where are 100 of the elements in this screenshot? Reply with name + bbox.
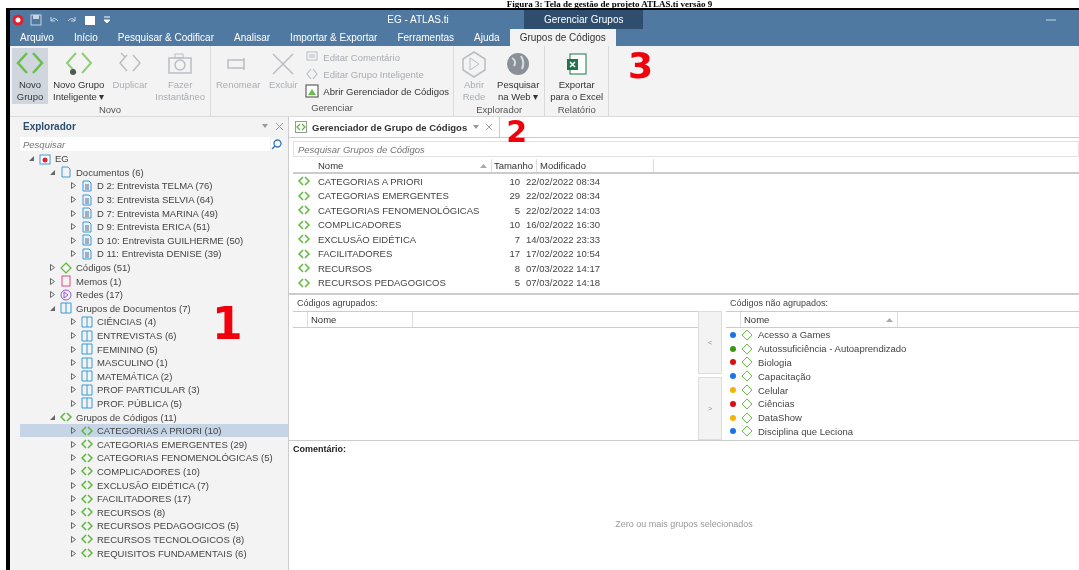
tree-item[interactable]: FACILITADORES (17) [20,491,288,506]
app-logo-icon [12,13,24,26]
collapse-icon[interactable] [49,168,56,176]
tree-item[interactable]: Memos (1) [20,274,288,288]
table-cell-text: 22/02/2022 08:34 [526,175,601,187]
table-cell-text: CATEGORIAS FENOMENOLÓGICAS [317,204,481,216]
tree-item[interactable]: D 2: Entrevista TELMA (76) [20,179,288,193]
table-cell-text: 5 [513,204,521,216]
table-cell-text: 07/03/2022 14:18 [526,277,601,289]
item-icon [81,234,93,247]
code-group-icon [298,234,310,245]
annotation-number: 3 [628,48,654,84]
table-cell-text: 5 [513,277,521,289]
code-icon [741,425,753,438]
ribbon-tab[interactable]: Ferramentas [387,29,465,46]
tree-item[interactable]: MASCULINO (1) [20,355,288,370]
list-item[interactable]: Biologia [758,357,792,368]
tree-item[interactable]: MATEMÁTICA (2) [20,369,288,384]
tree-item[interactable]: EXCLUSÃO EIDÉTICA (7) [20,478,288,492]
ribbon-tab[interactable]: Ajuda [464,29,510,46]
ribbon-button[interactable]: Pesquisar na Web ▾ [494,48,543,104]
item-icon [60,302,72,315]
panel-title: Códigos agrupados: [296,297,379,310]
item-icon [81,220,93,233]
ribbon-button[interactable]: Novo Grupo [12,48,48,104]
table-cell-text: 8 [513,262,521,274]
search-icon[interactable] [271,138,282,150]
item-icon [81,506,93,519]
table-cell-text: 22/02/2022 14:03 [526,204,601,216]
tree-item[interactable]: D 11: Entrevista DENISE (39) [20,247,288,261]
dropdown-icon[interactable] [472,124,481,130]
ribbon-button[interactable]: Novo Grupo Inteligente ▾ [50,48,108,104]
tree-item[interactable]: REQUISITOS FUNDAMENTAIS (6) [20,546,288,560]
column-header[interactable]: Nome [741,312,898,327]
column-header[interactable]: Nome [315,159,492,172]
tree-item[interactable]: Grupos de Códigos (11) [20,410,288,424]
list-item[interactable]: Capacitação [758,370,811,382]
dropdown-icon[interactable] [261,123,269,129]
tree-item[interactable]: EG [20,152,288,166]
tree-item[interactable]: CATEGORIAS EMERGENTES (29) [20,437,288,452]
table-cell-text: CATEGORIAS EMERGENTES [317,190,450,202]
tree-item[interactable]: D 3: Entrevista SELVIA (64) [20,192,288,207]
close-icon[interactable] [275,121,284,131]
search-field[interactable]: Pesquisar Grupos de Códigos [293,141,1079,157]
ribbon-button[interactable]: Exportar para o Excel [547,48,607,104]
ribbon-tab[interactable]: Analisar [223,29,281,46]
list-item[interactable]: DataShow [758,412,802,424]
code-icon [741,342,753,355]
tree-item[interactable]: COMPLICADORES (10) [20,464,288,479]
column-header[interactable]: Modificado [537,159,654,172]
ribbon-tab[interactable]: Início [63,29,108,46]
code-icon [741,356,753,369]
tree-item[interactable]: PROF. PÚBLICA (5) [20,396,288,411]
item-icon [81,533,93,546]
tree-item[interactable]: D 10: Entrevista GUILHERME (50) [20,233,288,248]
tree-item[interactable]: RECURSOS PEDAGOGICOS (5) [20,519,288,533]
code-group-icon [298,263,310,274]
code-icon [741,384,753,397]
tree-item[interactable]: Códigos (51) [20,260,288,275]
ribbon-tab[interactable]: Pesquisar & Codificar [107,29,224,46]
ribbon-button[interactable]: Abrir Gerenciador de Códigos [303,83,452,99]
search-field[interactable]: Pesquisar [20,137,270,151]
tree-item[interactable]: RECURSOS TECNOLOGICOS (8) [20,532,288,547]
tree-item[interactable]: CATEGORIAS FENOMENOLÓGICAS (5) [20,451,288,465]
item-icon [81,492,93,505]
list-item[interactable]: Disciplina que Leciona [758,425,854,437]
item-icon [81,343,93,356]
customize-icon[interactable] [102,13,112,26]
code-icon [741,328,753,341]
table-cell-text: RECURSOS [317,262,373,274]
table-cell-text: 22/02/2022 08:34 [526,190,601,202]
ribbon-tab[interactable]: Grupos de Códigos [509,29,616,46]
tree-item[interactable]: D 9: Entrevista ERICA (51) [20,219,288,234]
item-icon [81,247,93,260]
item-icon [81,451,93,464]
list-item[interactable]: Ciências [758,398,795,410]
code-icon [741,370,753,383]
column-header[interactable]: Tamanho [492,159,537,172]
comment-icon [305,50,320,64]
tree-item[interactable]: PROF PARTICULAR (3) [20,383,288,397]
list-item[interactable]: Autossuficiência - Autoaprendizado [758,343,907,355]
window-icon[interactable] [84,13,96,26]
table-cell-text: 29 [508,190,521,202]
column-header[interactable]: Nome [308,312,413,327]
table-cell-text: 10 [508,175,521,187]
table-cell-text: 16/02/2022 16:30 [526,219,601,231]
collapse-icon[interactable] [49,413,56,421]
list-item[interactable]: Acesso a Games [758,329,831,341]
ribbon-tab[interactable]: Arquivo [10,29,64,46]
save-icon[interactable] [30,13,42,26]
tree-item[interactable]: D 7: Entrevista MARINA (49) [20,206,288,220]
ribbon-tab[interactable]: Importar & Exportar [280,29,388,46]
list-item[interactable]: Celular [758,384,789,396]
tree-item[interactable]: Documentos (6) [20,165,288,180]
collapse-icon[interactable] [49,304,56,312]
tree-item[interactable]: CATEGORIAS A PRIORI (10) [20,423,288,438]
tree-item[interactable]: RECURSOS (8) [20,505,288,520]
tree-item[interactable]: Redes (17) [20,287,288,302]
item-icon [81,397,93,410]
collapse-icon[interactable] [28,155,35,163]
